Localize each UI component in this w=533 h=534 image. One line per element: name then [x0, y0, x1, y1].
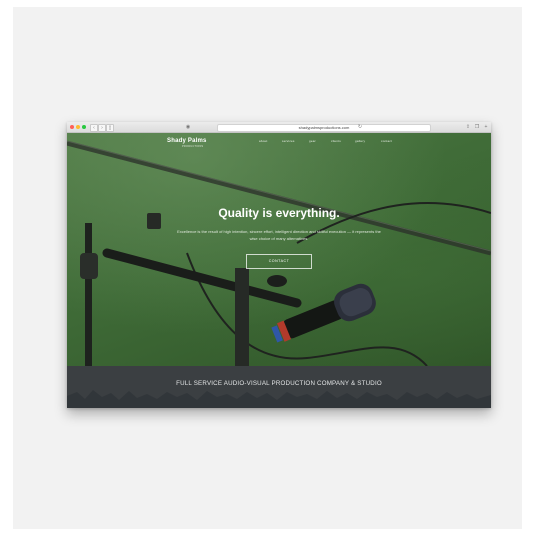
hero-headline: Quality is everything.	[218, 206, 340, 220]
nav-item-contact[interactable]: contact	[381, 139, 392, 143]
nav-item-gear[interactable]: gear	[309, 139, 316, 143]
nav-item-about[interactable]: about	[259, 139, 268, 143]
hero-section: Shady Palms PRODUCTIONS about services g…	[67, 133, 491, 366]
new-tab-icon[interactable]: +	[483, 124, 489, 130]
waveform-graphic	[67, 390, 491, 408]
address-bar[interactable]: shadypalmsproductions.com	[217, 124, 431, 132]
contact-button[interactable]: CONTACT	[246, 254, 312, 269]
nav-item-gallery[interactable]: gallery	[355, 139, 365, 143]
forward-button[interactable]: ›	[98, 124, 106, 132]
back-button[interactable]: ‹	[90, 124, 98, 132]
tabs-icon[interactable]: ❐	[474, 124, 480, 130]
shield-icon[interactable]: ◉	[185, 124, 191, 130]
sidebar-icon[interactable]: ▯	[106, 124, 114, 132]
services-banner: FULL SERVICE AUDIO-VISUAL PRODUCTION COM…	[67, 366, 491, 408]
nav-item-clients[interactable]: clients	[331, 139, 341, 143]
banner-text: FULL SERVICE AUDIO-VISUAL PRODUCTION COM…	[176, 380, 382, 387]
close-window-button[interactable]	[70, 125, 74, 129]
site-logo[interactable]: Shady Palms	[167, 138, 207, 144]
microphone-photo	[67, 140, 491, 366]
reload-icon[interactable]: ↻	[357, 124, 363, 130]
browser-window: ‹ › ▯ ◉ shadypalmsproductions.com ↻ ⇪ ❐ …	[67, 122, 491, 408]
minimize-window-button[interactable]	[76, 125, 80, 129]
nav-item-services[interactable]: services	[282, 139, 295, 143]
site-logo-subtitle: PRODUCTIONS	[182, 145, 204, 148]
share-icon[interactable]: ⇪	[465, 124, 471, 130]
hero-tagline: Excellence is the result of high intenti…	[177, 229, 381, 241]
browser-toolbar: ‹ › ▯ ◉ shadypalmsproductions.com ↻ ⇪ ❐ …	[67, 122, 491, 133]
maximize-window-button[interactable]	[82, 125, 86, 129]
